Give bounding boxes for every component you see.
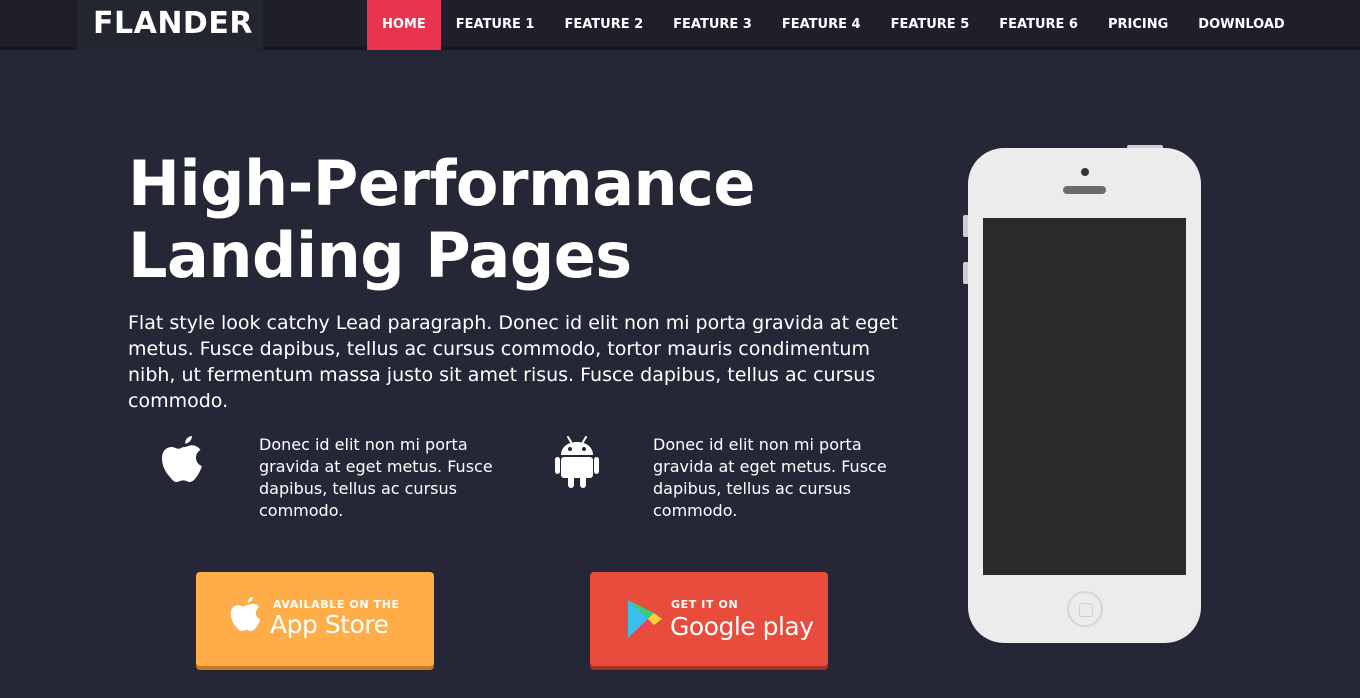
apple-icon: [161, 432, 207, 490]
brand-logo[interactable]: FLANDER: [77, 0, 263, 50]
nav-item-download[interactable]: DOWNLOAD: [1183, 0, 1299, 50]
google-play-label: Google play: [670, 612, 814, 641]
phone-screen: [983, 218, 1186, 575]
phone-home-button: [1067, 591, 1103, 627]
hero-headline-line-1: High-Performance: [128, 147, 756, 220]
main-nav: HOME FEATURE 1 FEATURE 2 FEATURE 3 FEATU…: [367, 0, 1300, 50]
hero-lead-paragraph: Flat style look catchy Lead paragraph. D…: [128, 312, 898, 412]
feature-apple-text: Donec id elit non mi porta gravida at eg…: [259, 435, 493, 520]
android-icon: [555, 436, 599, 494]
brand-name[interactable]: FLANDER: [93, 6, 253, 41]
apple-icon: [230, 594, 264, 638]
app-store-label: App Store: [270, 610, 389, 639]
nav-item-feature-4[interactable]: FEATURE 4: [767, 0, 876, 50]
hero-headline: High-Performance Landing Pages: [128, 147, 756, 292]
nav-item-pricing[interactable]: PRICING: [1093, 0, 1183, 50]
google-play-button[interactable]: GET IT ON Google play: [590, 572, 828, 666]
nav-item-home[interactable]: HOME: [367, 0, 441, 50]
nav-item-feature-6[interactable]: FEATURE 6: [984, 0, 1093, 50]
nav-item-feature-1[interactable]: FEATURE 1: [441, 0, 550, 50]
phone-camera: [1081, 168, 1089, 176]
navbar: FLANDER HOME FEATURE 1 FEATURE 2 FEATURE…: [0, 0, 1360, 50]
app-store-button[interactable]: AVAILABLE ON THE App Store: [196, 572, 434, 666]
phone-mockup: [968, 148, 1201, 643]
google-play-icon: [626, 598, 664, 644]
nav-item-feature-5[interactable]: FEATURE 5: [876, 0, 985, 50]
feature-android-text: Donec id elit non mi porta gravida at eg…: [653, 435, 887, 520]
nav-item-feature-3[interactable]: FEATURE 3: [658, 0, 767, 50]
nav-item-feature-2[interactable]: FEATURE 2: [549, 0, 658, 50]
hero-headline-line-2: Landing Pages: [128, 219, 632, 292]
phone-speaker: [1063, 186, 1106, 194]
google-play-caption: GET IT ON: [671, 598, 739, 611]
